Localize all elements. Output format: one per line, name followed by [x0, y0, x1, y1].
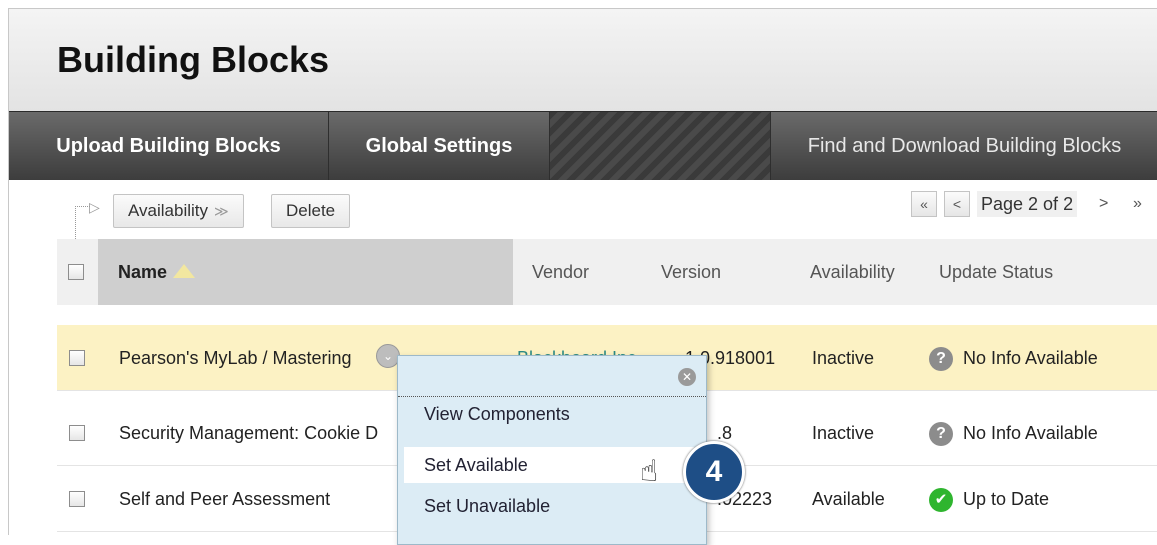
- upload-building-blocks-button[interactable]: Upload Building Blocks: [9, 112, 329, 180]
- close-icon[interactable]: ✕: [678, 368, 696, 386]
- name-column-header[interactable]: Name: [118, 239, 196, 305]
- sort-ascending-icon: [173, 264, 196, 279]
- action-bar-spacer: [550, 112, 771, 180]
- row-status-text: No Info Available: [963, 423, 1098, 443]
- row-availability: Inactive: [812, 348, 875, 368]
- row-name[interactable]: Pearson's MyLab / Mastering: [119, 325, 381, 391]
- row-name[interactable]: Self and Peer Assessment: [119, 466, 381, 532]
- previous-page-button[interactable]: <: [944, 191, 970, 217]
- menu-item-view-components[interactable]: View Components: [404, 396, 694, 432]
- availability-button-label: Availability: [128, 201, 209, 220]
- menu-item-set-unavailable[interactable]: Set Unavailable: [404, 488, 694, 524]
- find-and-download-button[interactable]: Find and Download Building Blocks: [771, 112, 1157, 180]
- version-column-header[interactable]: Version: [661, 239, 721, 305]
- list-toolbar: ▷ Availability ≫ Delete « < Page 2 of 2 >…: [9, 179, 1157, 243]
- question-icon: ?: [929, 422, 953, 447]
- action-bar: Upload Building Blocks Global Settings F…: [9, 111, 1157, 180]
- update-status-column-header[interactable]: Update Status: [939, 239, 1053, 305]
- menu-divider: [398, 396, 706, 397]
- row-status-text: No Info Available: [963, 348, 1098, 368]
- row-update-status: ✔ Up to Date: [929, 466, 1157, 532]
- next-page-button[interactable]: >: [1099, 191, 1108, 217]
- page-title: Building Blocks: [57, 39, 330, 80]
- select-all-checkbox[interactable]: [68, 264, 84, 280]
- arrow-right-icon: ▷: [89, 199, 100, 215]
- question-icon: ?: [929, 347, 953, 372]
- vendor-column-header[interactable]: Vendor: [532, 239, 589, 305]
- name-header-label: Name: [118, 262, 168, 282]
- page-indicator: Page 2 of 2: [977, 191, 1078, 217]
- row-update-status: ? No Info Available: [929, 325, 1157, 391]
- select-arrow-hint: [75, 206, 90, 243]
- row-checkbox[interactable]: [69, 491, 85, 507]
- row-update-status: ? No Info Available: [929, 400, 1157, 466]
- chevron-down-icon: ≫: [214, 203, 229, 219]
- step-badge: 4: [683, 441, 745, 503]
- row-checkbox[interactable]: [69, 425, 85, 441]
- availability-dropdown-button[interactable]: Availability ≫: [113, 194, 244, 228]
- row-name[interactable]: Security Management: Cookie D: [119, 400, 419, 466]
- availability-column-header[interactable]: Availability: [810, 239, 895, 305]
- global-settings-button[interactable]: Global Settings: [329, 112, 550, 180]
- delete-button[interactable]: Delete: [271, 194, 351, 228]
- check-icon: ✔: [929, 488, 953, 513]
- page-header: Building Blocks: [9, 9, 1157, 112]
- row-availability: Available: [812, 489, 885, 509]
- table-header: Name Vendor Version Availability Update …: [57, 239, 1157, 305]
- context-menu: ✕ View Components Set Available Set Unav…: [397, 355, 707, 545]
- row-status-text: Up to Date: [963, 489, 1050, 509]
- row-checkbox[interactable]: [69, 350, 85, 366]
- hand-pointer-icon: ☝: [640, 455, 659, 488]
- last-page-button[interactable]: »: [1133, 191, 1142, 217]
- row-availability: Inactive: [812, 423, 875, 443]
- first-page-button[interactable]: «: [911, 191, 937, 217]
